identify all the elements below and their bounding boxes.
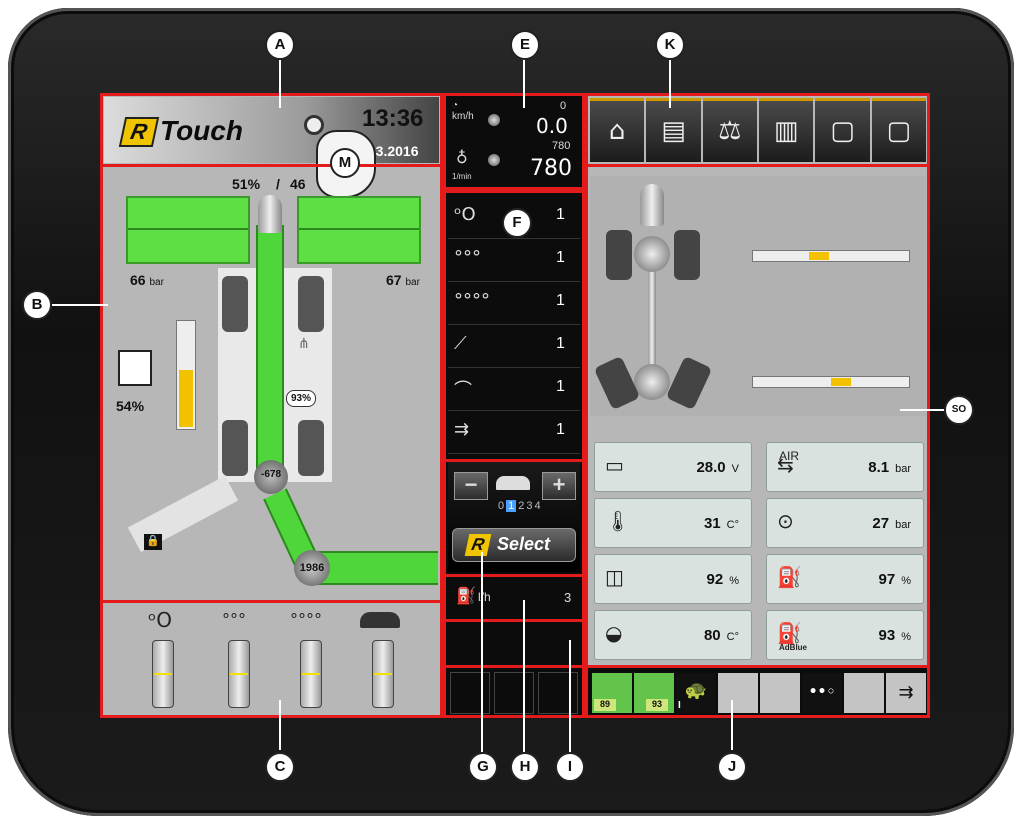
callout-i: I: [555, 752, 585, 782]
callout-e: E: [510, 30, 540, 60]
callout-g: G: [468, 752, 498, 782]
callout-b: B: [22, 290, 52, 320]
callout-a: A: [265, 30, 295, 60]
callout-c: C: [265, 752, 295, 782]
callout-m: M: [330, 148, 360, 178]
callout-k: K: [655, 30, 685, 60]
callout-h: H: [510, 752, 540, 782]
callout-so: SO: [944, 395, 974, 425]
callout-j: J: [717, 752, 747, 782]
callout-f: F: [502, 208, 532, 238]
